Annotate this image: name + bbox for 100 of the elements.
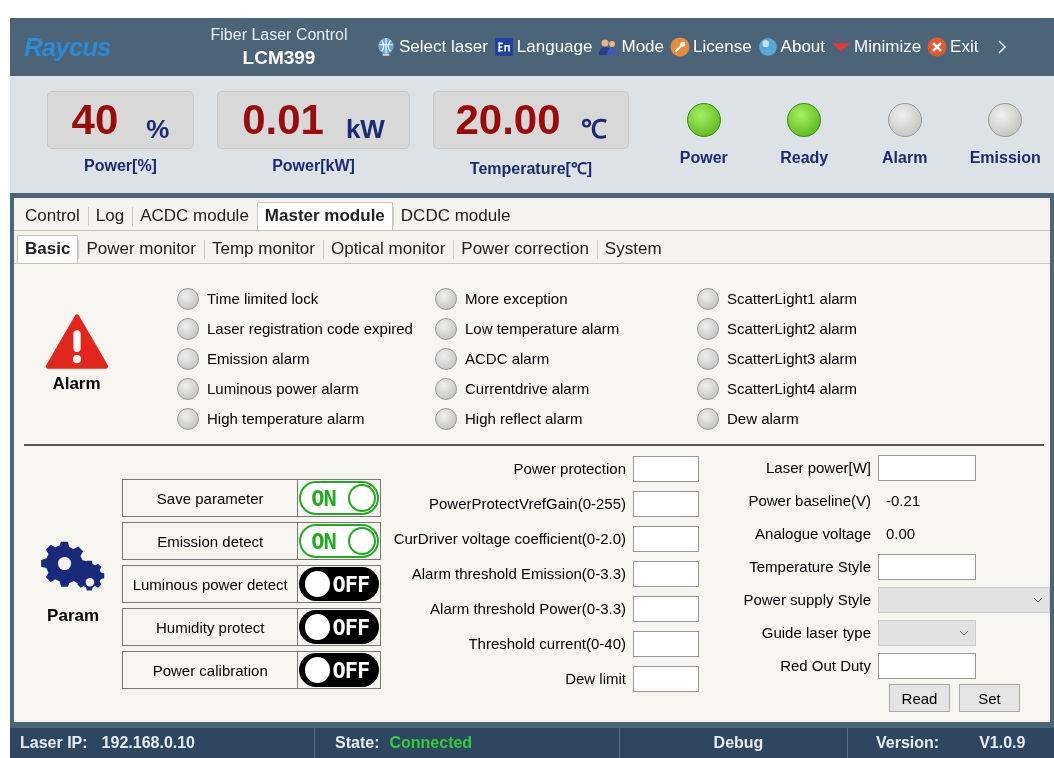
alarm-label: Luminous power alarm <box>207 380 359 397</box>
field-label: Guide laser type <box>760 624 871 641</box>
field-label: Power protection <box>513 460 626 477</box>
status-value: Connected <box>389 734 473 752</box>
status-label: State: <box>335 734 380 752</box>
chevron-icon[interactable] <box>998 40 1007 54</box>
alarm-label: Emission alarm <box>207 350 310 367</box>
sub-tab[interactable]: Power monitor <box>78 235 204 263</box>
alarm-label: ACDC alarm <box>465 350 550 367</box>
field-label: Power supply Style <box>742 591 871 608</box>
sub-tab[interactable]: Optical monitor <box>322 235 454 263</box>
people-icon <box>598 37 619 57</box>
readout-label: Temperature[℃] <box>469 159 593 179</box>
toggle-switch[interactable]: OFF <box>299 610 380 644</box>
input-field[interactable] <box>633 630 699 657</box>
info-icon <box>757 37 778 57</box>
input-field[interactable] <box>878 652 976 679</box>
chevron-down-icon <box>959 629 969 636</box>
toggle-switch[interactable]: OFF <box>299 653 380 687</box>
option-label: Humidity protect <box>123 609 299 645</box>
input-field[interactable] <box>633 560 699 587</box>
menu-button[interactable]: Select laser <box>376 37 488 57</box>
alarm-label: High temperature alarm <box>207 410 365 427</box>
close-icon <box>927 37 948 57</box>
sub-tab[interactable]: Basic <box>17 235 79 263</box>
input-field[interactable] <box>633 665 699 692</box>
section-title: Alarm <box>52 374 101 394</box>
readout-label: Power[%] <box>84 157 157 175</box>
readout-display: 0.01 kW <box>217 91 410 149</box>
logo-text: Raycus <box>24 31 112 63</box>
field-label: Dew limit <box>565 670 626 687</box>
lamp-label: Ready <box>780 149 829 167</box>
field-label: Temperature Style <box>748 558 871 575</box>
toggle-switch[interactable]: OFF <box>299 567 380 601</box>
status-label: Debug <box>713 734 764 752</box>
menu-button[interactable]: Language <box>493 37 593 57</box>
lamp-label: Power <box>679 149 728 167</box>
readout-display: 40 % <box>47 91 194 149</box>
app-title: Fiber Laser Control <box>210 25 348 44</box>
alarm-label: Low temperature alarm <box>465 320 620 337</box>
option-label: Emission detect <box>123 523 299 559</box>
alarm-label: Time limited lock <box>207 290 319 307</box>
menu-button[interactable]: Exit <box>927 37 979 57</box>
warning-icon <box>43 314 110 370</box>
field-label: Red Out Duty <box>779 657 871 674</box>
input-field[interactable] <box>633 525 699 552</box>
menu-button[interactable]: Minimize <box>831 37 922 57</box>
alarm-label: ScatterLight4 alarm <box>727 380 858 397</box>
menu-button[interactable]: License <box>670 37 752 57</box>
sub-tab[interactable]: Temp monitor <box>204 235 323 263</box>
dropdown-field[interactable] <box>878 586 1050 613</box>
field-label: Threshold current(0-40) <box>468 635 626 652</box>
readout-label: Power[kW] <box>272 157 355 175</box>
model-name: LCM399 <box>242 46 316 69</box>
alarm-label: ScatterLight1 alarm <box>727 290 858 307</box>
module-tab[interactable]: ACDC module <box>132 202 257 230</box>
module-tab[interactable]: Control <box>17 202 88 230</box>
value-text: 0.00 <box>886 525 916 542</box>
menu-button[interactable]: About <box>757 37 826 57</box>
field-label: Alarm threshold Power(0-3.3) <box>430 600 626 617</box>
input-field[interactable] <box>633 595 699 622</box>
field-label: Power baseline(V) <box>747 492 871 509</box>
alarm-label: More exception <box>465 290 568 307</box>
readout-display: 20.00 ℃ <box>433 91 629 149</box>
status-label: Version: <box>876 734 940 752</box>
field-label: Analogue voltage <box>754 525 871 542</box>
module-tab[interactable]: DCDC module <box>392 202 519 230</box>
alarm-label: ScatterLight3 alarm <box>727 350 858 367</box>
status-value: V1.0.9 <box>979 734 1026 752</box>
sub-tab[interactable]: Power correction <box>453 235 597 263</box>
menu-button[interactable]: Mode <box>598 37 664 57</box>
lamp-label: Emission <box>969 149 1041 167</box>
dropdown-field[interactable] <box>878 619 976 646</box>
field-label: CurDriver voltage coefficient(0-2.0) <box>393 530 626 547</box>
lamp-label: Alarm <box>882 149 928 167</box>
field-label: PowerProtectVrefGain(0-255) <box>428 495 626 512</box>
alarm-label: Dew alarm <box>727 410 799 427</box>
alarm-label: ScatterLight2 alarm <box>727 320 858 337</box>
value-text: -0.21 <box>886 492 921 509</box>
module-tab[interactable]: Master module <box>256 202 393 230</box>
language-icon <box>493 37 514 57</box>
alarm-label: Currentdrive alarm <box>465 380 590 397</box>
input-field[interactable] <box>633 490 699 517</box>
option-label: Power calibration <box>123 652 299 688</box>
input-field[interactable] <box>878 553 976 580</box>
action-button[interactable]: Read <box>889 684 950 712</box>
action-button[interactable]: Set <box>959 684 1020 712</box>
field-label: Alarm threshold Emission(0-3.3) <box>411 565 626 582</box>
module-tab[interactable]: Log <box>87 202 133 230</box>
alarm-label: Laser registration code expired <box>207 320 413 337</box>
input-field[interactable] <box>878 454 976 481</box>
option-label: Luminous power detect <box>123 566 299 602</box>
key-icon <box>670 37 690 57</box>
field-label: Laser power[W] <box>764 459 871 476</box>
alarm-label: High reflect alarm <box>465 410 583 427</box>
input-field[interactable] <box>633 455 699 482</box>
sub-tab[interactable]: System <box>596 235 670 263</box>
status-value: 192.168.0.10 <box>101 734 195 752</box>
section-title: Param <box>47 606 100 626</box>
status-label: Laser IP: <box>20 734 88 752</box>
